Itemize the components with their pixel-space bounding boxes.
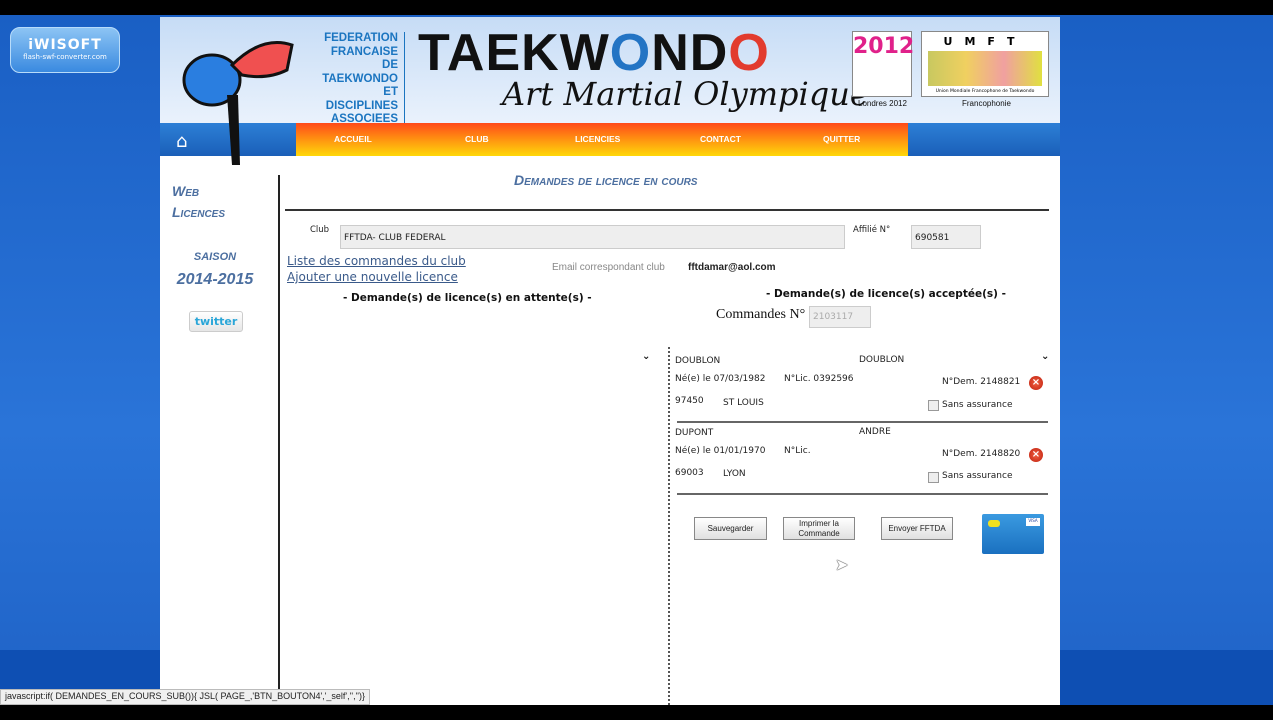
licences-text: Licences bbox=[172, 204, 226, 220]
twitter-button[interactable]: twitter bbox=[189, 311, 243, 332]
send-fftda-button[interactable]: Envoyer FFTDA bbox=[881, 517, 953, 540]
fed-line: ET DISCIPLINES bbox=[325, 86, 398, 112]
saison-value: 2014-2015 bbox=[176, 271, 254, 288]
accepted-expand-icon[interactable]: ⌄ bbox=[1041, 351, 1049, 362]
licence-ville: LYON bbox=[723, 469, 746, 479]
watermark-brand: iWISOFT bbox=[28, 37, 102, 53]
commandes-label: Commandes N° bbox=[716, 307, 806, 322]
nav-club[interactable]: CLUB bbox=[465, 134, 489, 144]
licence-prenom: ANDRE bbox=[859, 427, 891, 437]
save-button[interactable]: Sauvegarder bbox=[694, 517, 767, 540]
affilie-label: Affilié N° bbox=[853, 225, 891, 235]
licence-separator bbox=[677, 421, 1048, 423]
licence-ville: ST LOUIS bbox=[723, 398, 764, 408]
visa-logo: VISA bbox=[1026, 518, 1040, 526]
affilie-field[interactable]: 690581 bbox=[911, 225, 981, 249]
nav-accueil[interactable]: ACCUEIL bbox=[334, 134, 372, 144]
umft-fighters-image bbox=[928, 51, 1042, 86]
licence-cp: 69003 bbox=[675, 468, 704, 478]
pending-expand-icon[interactable]: ⌄ bbox=[642, 351, 650, 362]
licence-numero: N°Lic. bbox=[784, 446, 811, 456]
pending-title: - Demande(s) de licence(s) en attente(s)… bbox=[343, 292, 592, 304]
sidebar: Web Licences SAISON 2014-2015 twitter bbox=[160, 159, 278, 705]
page-title: Demandes de licence en cours bbox=[514, 172, 698, 188]
commandes-field[interactable]: 2103117 bbox=[809, 306, 871, 328]
club-field[interactable]: FFTDA- CLUB FEDERAL bbox=[340, 225, 845, 249]
web-page: FEDERATION FRANCAISE DE TAEKWONDO ET DIS… bbox=[160, 17, 1060, 705]
credit-card-payment-icon[interactable]: VISA bbox=[982, 514, 1044, 554]
london-2012-logo: 2012 bbox=[852, 31, 915, 97]
logo-part: TA bbox=[418, 24, 486, 82]
licence-prenom: DOUBLON bbox=[859, 355, 905, 365]
site-subtitle: Art Martial Olympique bbox=[502, 75, 869, 113]
licence-naissance: Né(e) le 07/03/1982 bbox=[675, 374, 766, 384]
licence-demande: N°Dem. 2148821 bbox=[942, 377, 1021, 387]
nav-quitter[interactable]: QUITTER bbox=[823, 134, 860, 144]
club-orders-link[interactable]: Liste des commandes du club bbox=[287, 254, 466, 268]
sans-assurance-checkbox[interactable] bbox=[928, 472, 939, 483]
email-value: fftdamar@aol.com bbox=[688, 262, 776, 273]
club-label: Club bbox=[310, 225, 330, 235]
licence-nom: DUPONT bbox=[675, 428, 714, 438]
web-licences-title: Web Licences bbox=[172, 181, 225, 223]
fed-line: FRANCAISE bbox=[330, 45, 398, 58]
delete-icon[interactable]: × bbox=[1029, 448, 1043, 462]
nav-contact[interactable]: CONTACT bbox=[700, 134, 741, 144]
browser-status-bar: javascript:if( DEMANDES_EN_COURS_SUB()){… bbox=[0, 689, 371, 705]
sidebar-divider bbox=[278, 175, 280, 705]
column-divider bbox=[668, 347, 670, 705]
licence-nom: DOUBLON bbox=[675, 356, 721, 366]
fighter-logo-icon bbox=[182, 41, 294, 165]
web-text: Web bbox=[172, 183, 200, 199]
logo-part: O bbox=[609, 24, 652, 82]
umft-small-text: Union Mondiale Francophone de Taekwondo bbox=[935, 89, 1035, 94]
logo-part: O bbox=[728, 24, 770, 82]
commandes-row: Commandes N° bbox=[716, 307, 805, 323]
iwisoft-watermark: iWISOFT flash-swf-converter.com bbox=[10, 27, 120, 73]
sans-assurance-label: Sans assurance bbox=[942, 471, 1013, 481]
logo-part: ND bbox=[651, 24, 729, 82]
london-caption: Londres 2012 bbox=[858, 99, 907, 108]
licence-cp: 97450 bbox=[675, 396, 704, 406]
mouse-cursor-icon: ➤ bbox=[835, 555, 849, 574]
sans-assurance-label: Sans assurance bbox=[942, 400, 1013, 410]
umft-logo: UMFT Union Mondiale Francophone de Taekw… bbox=[921, 31, 1049, 97]
nav-licencies[interactable]: LICENCIES bbox=[575, 134, 620, 144]
watermark-url: flash-swf-converter.com bbox=[23, 53, 107, 61]
print-order-button[interactable]: Imprimer la Commande bbox=[783, 517, 855, 540]
london-logo-text: 2012 bbox=[853, 34, 915, 59]
nav-bar: ACCUEIL CLUB LICENCIES CONTACT QUITTER bbox=[296, 123, 908, 156]
umft-caption: Francophonie bbox=[962, 99, 1011, 108]
fed-line: DE TAEKWONDO bbox=[322, 59, 398, 85]
title-divider bbox=[285, 209, 1049, 211]
licence-numero: N°Lic. 0392596 bbox=[784, 374, 854, 384]
saison-label: SAISON bbox=[193, 251, 237, 263]
accepted-title: - Demande(s) de licence(s) acceptée(s) - bbox=[766, 288, 1006, 300]
card-chip bbox=[988, 520, 1000, 527]
umft-text: UMFT bbox=[943, 35, 1027, 48]
email-label: Email correspondant club bbox=[552, 262, 665, 273]
sans-assurance-checkbox[interactable] bbox=[928, 400, 939, 411]
delete-icon[interactable]: × bbox=[1029, 376, 1043, 390]
licence-demande: N°Dem. 2148820 bbox=[942, 449, 1021, 459]
add-licence-link[interactable]: Ajouter une nouvelle licence bbox=[287, 270, 458, 284]
federation-name: FEDERATION FRANCAISE DE TAEKWONDO ET DIS… bbox=[315, 32, 405, 127]
fed-line: FEDERATION bbox=[324, 32, 398, 44]
taekwondo-logo-title: TAEKWONDO bbox=[418, 25, 770, 81]
licence-separator bbox=[677, 493, 1048, 495]
licence-naissance: Né(e) le 01/01/1970 bbox=[675, 446, 766, 456]
logo-part: EKW bbox=[485, 24, 610, 82]
